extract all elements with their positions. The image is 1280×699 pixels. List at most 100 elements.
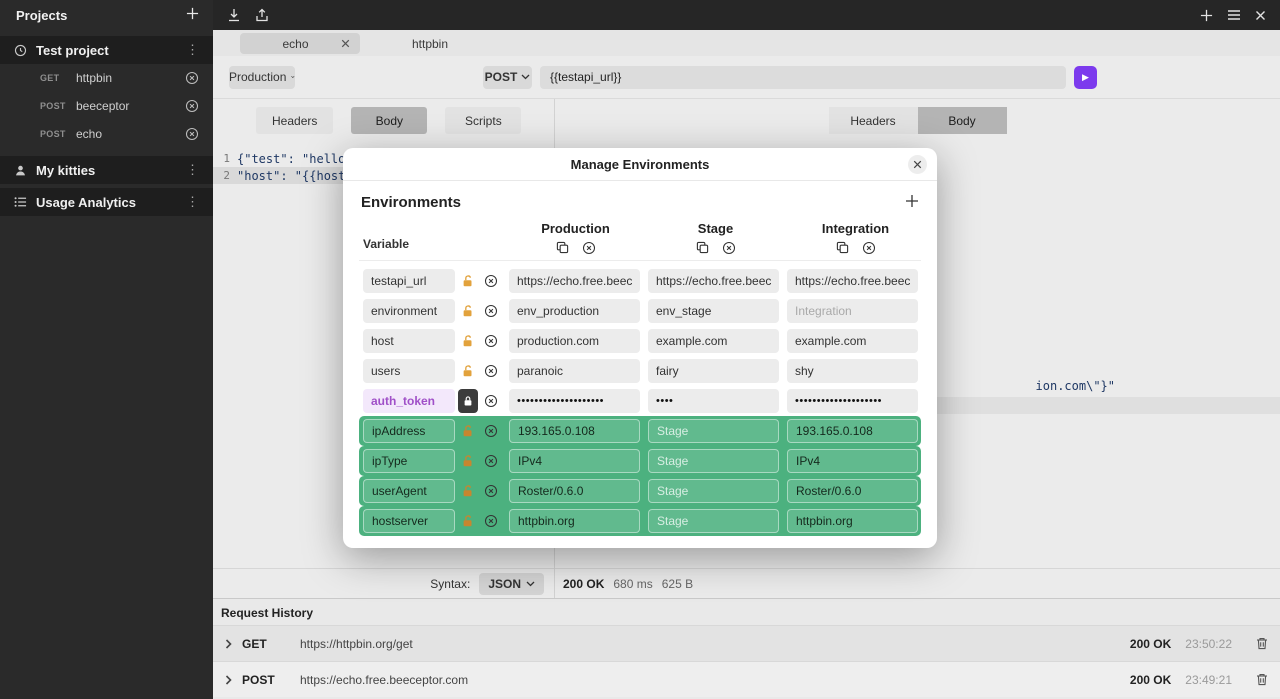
remove-request-button[interactable]	[185, 99, 199, 113]
remove-request-button[interactable]	[185, 127, 199, 141]
delete-history-button[interactable]	[1256, 673, 1268, 686]
variable-name-input[interactable]	[363, 269, 455, 293]
remove-variable-button[interactable]	[481, 361, 501, 381]
tab-body[interactable]: Body	[351, 107, 427, 134]
remove-variable-button[interactable]	[481, 481, 501, 501]
environment-select[interactable]: Production	[229, 66, 295, 89]
remove-variable-button[interactable]	[481, 331, 501, 351]
value-input-stage[interactable]	[648, 449, 779, 473]
value-input-stage[interactable]	[648, 269, 779, 293]
value-input-integration[interactable]	[787, 479, 918, 503]
syntax-select[interactable]: JSON	[479, 573, 544, 595]
close-tab-button[interactable]	[341, 39, 350, 48]
remove-variable-button[interactable]	[481, 511, 501, 531]
lock-toggle-button[interactable]	[458, 301, 478, 321]
sidebar-group-test-project[interactable]: Test project ⋮	[0, 36, 213, 64]
value-input-production[interactable]	[509, 269, 640, 293]
remove-variable-button[interactable]	[481, 301, 501, 321]
remove-request-button[interactable]	[185, 71, 199, 85]
value-input-stage[interactable]	[648, 389, 779, 413]
new-tab-button[interactable]	[1200, 9, 1213, 22]
delete-environment-button[interactable]	[582, 241, 596, 255]
variable-name-input[interactable]	[363, 329, 455, 353]
value-input-production[interactable]	[509, 329, 640, 353]
sidebar-group-usage-analytics[interactable]: Usage Analytics ⋮	[0, 188, 213, 216]
remove-variable-button[interactable]	[481, 421, 501, 441]
value-input-production[interactable]	[509, 419, 640, 443]
lock-toggle-button[interactable]	[458, 511, 478, 531]
value-input-production[interactable]	[509, 389, 640, 413]
variable-row-testapi_url	[359, 266, 921, 296]
duplicate-environment-button[interactable]	[836, 241, 849, 255]
value-input-production[interactable]	[509, 299, 640, 323]
variable-name-input[interactable]	[363, 359, 455, 383]
variable-name-input[interactable]	[363, 509, 455, 533]
remove-variable-button[interactable]	[481, 391, 501, 411]
add-environment-button[interactable]	[905, 193, 919, 211]
value-input-stage[interactable]	[648, 359, 779, 383]
remove-variable-button[interactable]	[481, 271, 501, 291]
lock-toggle-button[interactable]	[458, 421, 478, 441]
sidebar-item-echo[interactable]: POST echo	[0, 120, 213, 148]
value-input-stage[interactable]	[648, 329, 779, 353]
lock-toggle-button[interactable]	[458, 331, 478, 351]
delete-environment-button[interactable]	[722, 241, 736, 255]
group-menu-button[interactable]: ⋮	[186, 162, 199, 178]
lock-toggle-button[interactable]	[458, 271, 478, 291]
value-input-integration[interactable]	[787, 359, 918, 383]
duplicate-environment-button[interactable]	[556, 241, 569, 255]
value-input-production[interactable]	[509, 359, 640, 383]
value-input-integration[interactable]	[787, 419, 918, 443]
lock-toggle-button[interactable]	[458, 389, 478, 413]
close-window-button[interactable]	[1255, 10, 1266, 21]
tab-httpbin[interactable]: httpbin	[370, 33, 490, 54]
value-input-stage[interactable]	[648, 479, 779, 503]
chevron-right-icon[interactable]	[225, 639, 232, 649]
lock-toggle-button[interactable]	[458, 481, 478, 501]
sidebar-item-beeceptor[interactable]: POST beeceptor	[0, 92, 213, 120]
chevron-right-icon[interactable]	[225, 675, 232, 685]
value-input-integration[interactable]	[787, 389, 918, 413]
variable-name-input[interactable]	[363, 299, 455, 323]
value-input-integration[interactable]	[787, 509, 918, 533]
share-button[interactable]	[255, 8, 269, 22]
menu-button[interactable]	[1227, 9, 1241, 21]
value-input-production[interactable]	[509, 479, 640, 503]
tab-scripts[interactable]: Scripts	[445, 107, 521, 134]
delete-environment-button[interactable]	[862, 241, 876, 255]
download-button[interactable]	[227, 8, 241, 22]
delete-history-button[interactable]	[1256, 637, 1268, 650]
lock-toggle-button[interactable]	[458, 451, 478, 471]
value-input-integration[interactable]	[787, 449, 918, 473]
history-row[interactable]: GET https://httpbin.org/get 200 OK 23:50…	[213, 625, 1280, 661]
duplicate-environment-button[interactable]	[696, 241, 709, 255]
group-menu-button[interactable]: ⋮	[186, 194, 199, 210]
history-row[interactable]: POST https://echo.free.beeceptor.com 200…	[213, 661, 1280, 697]
tab-headers[interactable]: Headers	[256, 107, 333, 134]
value-input-integration[interactable]	[787, 329, 918, 353]
variable-name-input[interactable]	[363, 389, 455, 413]
method-select[interactable]: POST	[483, 66, 532, 89]
value-input-integration[interactable]	[787, 269, 918, 293]
value-input-production[interactable]	[509, 509, 640, 533]
value-input-stage[interactable]	[648, 509, 779, 533]
value-input-stage[interactable]	[648, 299, 779, 323]
send-request-button[interactable]: ▶	[1074, 66, 1097, 89]
remove-variable-button[interactable]	[481, 451, 501, 471]
tab-response-headers[interactable]: Headers	[829, 107, 918, 134]
variable-name-input[interactable]	[363, 449, 455, 473]
close-modal-button[interactable]	[908, 155, 927, 174]
sidebar-group-my-kitties[interactable]: My kitties ⋮	[0, 156, 213, 184]
group-menu-button[interactable]: ⋮	[186, 42, 199, 58]
tab-echo[interactable]: echo	[240, 33, 360, 54]
value-input-integration[interactable]	[787, 299, 918, 323]
sidebar-item-httpbin[interactable]: GET httpbin	[0, 64, 213, 92]
lock-toggle-button[interactable]	[458, 361, 478, 381]
variable-name-input[interactable]	[363, 419, 455, 443]
value-input-stage[interactable]	[648, 419, 779, 443]
tab-response-body[interactable]: Body	[918, 107, 1007, 134]
value-input-production[interactable]	[509, 449, 640, 473]
add-project-button[interactable]	[186, 7, 199, 24]
url-input[interactable]	[540, 66, 1066, 89]
variable-name-input[interactable]	[363, 479, 455, 503]
